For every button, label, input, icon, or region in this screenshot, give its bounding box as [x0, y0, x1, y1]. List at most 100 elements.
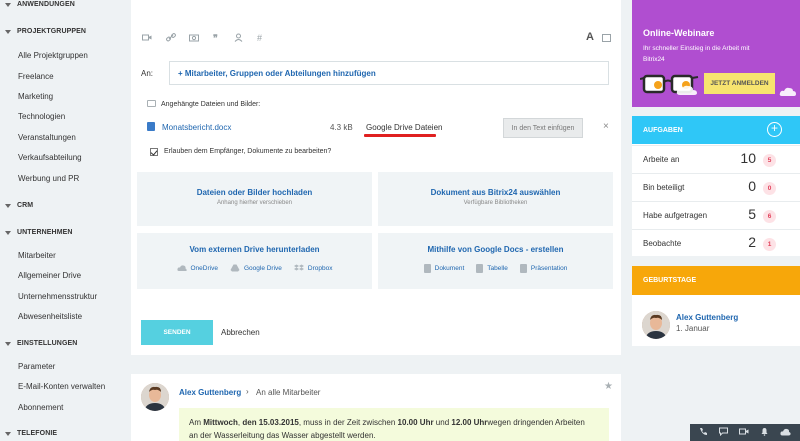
google-docs-tile: Mithilfe von Google Docs - erstellen Dok… — [378, 233, 613, 289]
bell-icon[interactable] — [760, 427, 769, 438]
phone-icon[interactable] — [699, 427, 708, 438]
chevron-down-icon — [5, 341, 11, 346]
star-icon[interactable]: ★ — [604, 381, 613, 392]
task-label: Beobachte — [643, 239, 682, 248]
upload-subtitle: Anhang hierher verschieben — [216, 200, 293, 206]
sidebar-item[interactable]: Parameter — [18, 362, 55, 371]
word-file-icon — [147, 122, 155, 131]
video-icon[interactable] — [738, 427, 749, 438]
external-drive-title: Vom externen Drive herunterladen — [189, 245, 320, 254]
add-task-button[interactable]: + — [767, 122, 782, 137]
user-icon[interactable] — [234, 33, 243, 44]
google-docs-title: Mithilfe von Google Docs - erstellen — [427, 245, 564, 254]
section-telefonie[interactable]: TELEFONIE — [5, 430, 57, 437]
chevron-down-icon — [5, 203, 11, 208]
create-presentation-option[interactable]: Präsentation — [519, 264, 567, 273]
text-format-icon[interactable]: A — [586, 31, 594, 43]
post-author-link[interactable]: Alex Guttenberg — [179, 388, 241, 397]
file-storage-label: Google Drive Dateien — [366, 123, 443, 132]
add-recipients-link[interactable]: + Mitarbeiter, Gruppen oder Abteilungen … — [178, 69, 376, 78]
webinar-subtitle: Ihr schneller Einstieg in die Arbeit mit… — [643, 45, 750, 63]
feed-post: Alex Guttenberg › An alle Mitarbeiter ★ … — [131, 374, 621, 441]
sidebar-item[interactable]: Allgemeiner Drive — [18, 271, 81, 280]
post-audience[interactable]: An alle Mitarbeiter — [256, 388, 320, 397]
task-badge: 1 — [763, 238, 776, 251]
task-row[interactable]: Bin beteiligt 0 0 — [632, 173, 800, 201]
chat-icon[interactable] — [719, 427, 729, 438]
cloud-icon — [779, 87, 796, 96]
hashtag-icon[interactable]: # — [257, 33, 262, 43]
task-row[interactable]: Habe aufgetragen 5 6 — [632, 201, 800, 229]
sidebar-item[interactable]: Abwesenheitsliste — [18, 312, 82, 321]
allow-edit-checkbox[interactable] — [150, 148, 158, 156]
birthdays-title: GEBURTSTAGE — [643, 277, 697, 284]
sidebar-item[interactable]: Marketing — [18, 92, 53, 101]
task-badge: 6 — [763, 210, 776, 223]
sidebar-item[interactable]: Veranstaltungen — [18, 133, 76, 142]
birthdays-widget: GEBURTSTAGE Alex Guttenberg 1. Januar — [632, 266, 800, 346]
quote-icon[interactable]: ❞ — [213, 33, 218, 44]
section-unternehmen[interactable]: UNTERNEHMEN — [5, 229, 73, 236]
webinar-title: Online-Webinare — [643, 28, 715, 38]
create-document-option[interactable]: Dokument — [423, 264, 464, 273]
insert-in-text-button[interactable]: In den Text einfügen — [503, 118, 583, 138]
left-sidebar: ANWENDUNGEN PROJEKTGRUPPEN Alle Projektg… — [0, 0, 122, 441]
file-name-link[interactable]: Monatsbericht.docx — [162, 123, 231, 132]
avatar[interactable] — [642, 311, 670, 339]
sidebar-item[interactable]: Alle Projektgruppen — [18, 51, 88, 60]
external-drive-tile: Vom externen Drive herunterladen OneDriv… — [137, 233, 372, 289]
upload-files-tile[interactable]: Dateien oder Bilder hochladen Anhang hie… — [137, 172, 372, 226]
tasks-header: AUFGABEN + — [632, 116, 800, 144]
webinar-register-button[interactable]: JETZT ANMELDEN — [704, 73, 775, 94]
sidebar-item[interactable]: Abonnement — [18, 403, 63, 412]
section-einstellungen[interactable]: EINSTELLUNGEN — [5, 340, 77, 347]
task-row[interactable]: Beobachte 2 1 — [632, 229, 800, 257]
video-icon[interactable] — [142, 33, 152, 44]
post-message: Am Mittwoch, den 15.03.2015, muss in der… — [179, 408, 609, 441]
section-crm[interactable]: CRM — [5, 202, 33, 209]
onedrive-option[interactable]: OneDrive — [176, 264, 218, 272]
document-icon — [423, 264, 431, 273]
attachments-title: Angehängte Dateien und Bilder: — [161, 101, 261, 108]
sidebar-item[interactable]: Technologien — [18, 112, 65, 121]
sidebar-item[interactable]: E-Mail-Konten verwalten — [18, 382, 105, 391]
spreadsheet-icon — [476, 264, 484, 273]
section-anwendungen[interactable]: ANWENDUNGEN — [5, 1, 75, 8]
google-drive-option[interactable]: Google Drive — [230, 264, 282, 272]
tasks-title: AUFGABEN — [643, 127, 683, 134]
create-spreadsheet-option[interactable]: Tabelle — [476, 264, 508, 273]
sidebar-item[interactable]: Verkaufsabteilung — [18, 153, 82, 162]
sidebar-item[interactable]: Werbung und PR — [18, 174, 79, 183]
birthday-date: 1. Januar — [676, 324, 710, 333]
file-size: 4.3 kB — [330, 123, 353, 132]
send-button[interactable]: SENDEN — [141, 320, 213, 345]
task-label: Habe aufgetragen — [643, 211, 708, 220]
task-badge: 0 — [763, 182, 776, 195]
post-composer: ❞ # A An: + Mitarbeiter, Gruppen oder Ab… — [131, 0, 621, 355]
dropbox-option[interactable]: Dropbox — [293, 264, 332, 272]
sidebar-item[interactable]: Unternehmensstruktur — [18, 292, 97, 301]
google-drive-icon — [230, 264, 240, 272]
dropbox-icon — [293, 264, 304, 271]
cloud-icon[interactable] — [779, 428, 791, 438]
link-icon[interactable] — [166, 33, 176, 44]
recipients-field[interactable]: + Mitarbeiter, Gruppen oder Abteilungen … — [169, 61, 609, 85]
birthdays-header: GEBURTSTAGE — [632, 266, 800, 295]
camera-icon[interactable] — [189, 33, 199, 44]
cloud-icon — [676, 85, 697, 95]
avatar[interactable] — [141, 383, 169, 411]
chevron-down-icon — [5, 2, 11, 7]
bitrix-document-tile[interactable]: Dokument aus Bitrix24 auswählen Verfügba… — [378, 172, 613, 226]
cancel-button[interactable]: Abbrechen — [221, 328, 260, 337]
sidebar-item[interactable]: Freelance — [18, 72, 54, 81]
sidebar-item[interactable]: Mitarbeiter — [18, 251, 56, 260]
section-projektgruppen[interactable]: PROJEKTGRUPPEN — [5, 28, 86, 35]
fullscreen-icon[interactable] — [602, 34, 611, 42]
remove-file-icon[interactable]: × — [603, 121, 609, 132]
allow-edit-label: Erlauben dem Empfänger, Dokumente zu bea… — [164, 148, 332, 155]
task-row[interactable]: Arbeite an 10 5 — [632, 145, 800, 173]
tasks-widget: AUFGABEN + Arbeite an 10 5 Bin beteiligt… — [632, 116, 800, 256]
onedrive-icon — [176, 265, 187, 271]
birthday-person-link[interactable]: Alex Guttenberg — [676, 313, 738, 322]
webinar-banner[interactable]: Online-Webinare Ihr schneller Einstieg i… — [632, 0, 800, 107]
